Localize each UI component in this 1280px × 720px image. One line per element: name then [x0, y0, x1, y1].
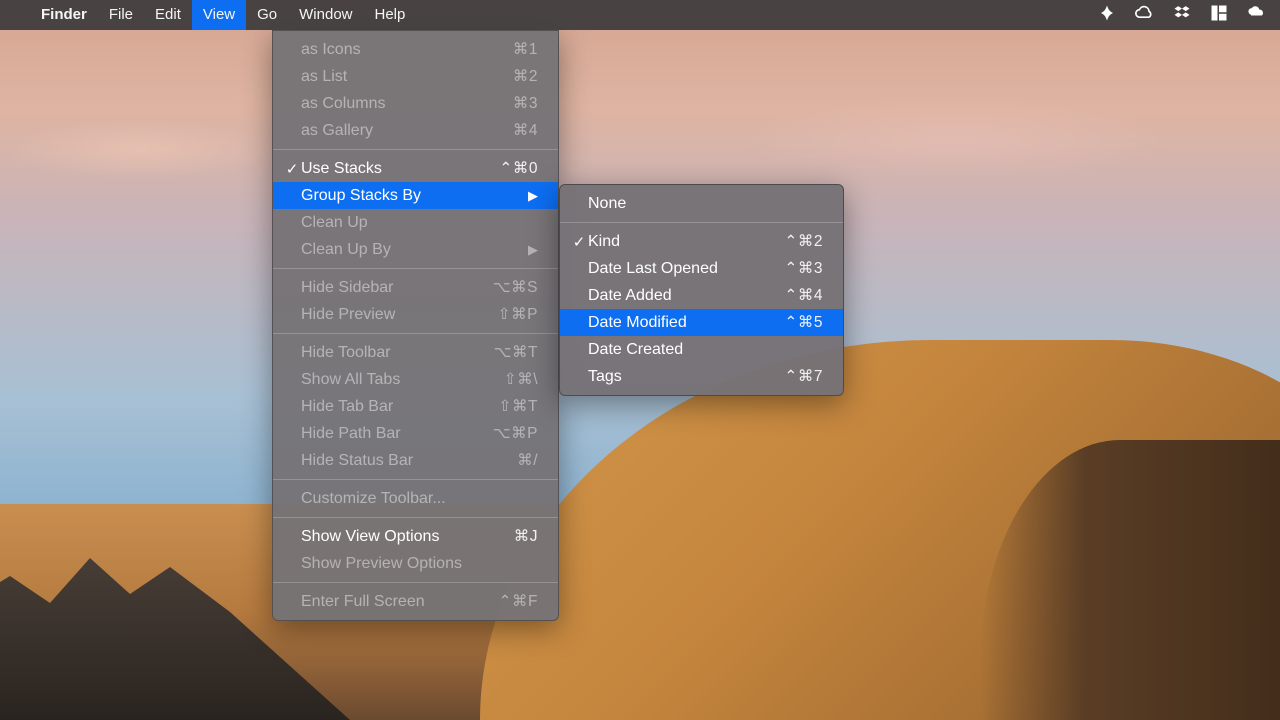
group-stacks-item-kind[interactable]: ✓Kind ⌃⌘2	[560, 228, 843, 255]
bartender-icon[interactable]	[1098, 4, 1116, 27]
menu-shortcut: ⇧⌘P	[498, 305, 538, 324]
menu-item-label: Group Stacks By	[301, 187, 421, 205]
menu-shortcut: ⌃⌘7	[784, 367, 823, 386]
menu-item-label: as Icons	[301, 41, 361, 59]
menu-view[interactable]: View	[192, 0, 246, 30]
menu-shortcut: ⌥⌘T	[494, 343, 538, 362]
menu-shortcut: ⌃⌘5	[784, 313, 823, 332]
menu-shortcut: ⌥⌘P	[493, 424, 538, 443]
chevron-right-icon: ▶	[528, 188, 538, 204]
menu-shortcut: ⌘4	[513, 121, 538, 140]
menu-item-label: Kind	[588, 233, 620, 251]
group-stacks-item-date-added[interactable]: Date Added ⌃⌘4	[560, 282, 843, 309]
menu-finder[interactable]: Finder	[30, 0, 98, 30]
view-menu-item-show-all-tabs: Show All Tabs ⇧⌘\	[273, 366, 558, 393]
view-menu-separator	[273, 582, 558, 583]
group-stacks-by-submenu: None ✓Kind ⌃⌘2 Date Last Opened ⌃⌘3 Date Adde…	[559, 184, 844, 396]
group-stacks-item-tags[interactable]: Tags ⌃⌘7	[560, 363, 843, 390]
dropbox-icon[interactable]	[1172, 3, 1192, 28]
menu-shortcut: ⌘/	[517, 451, 538, 470]
group-stacks-item-date-last-opened[interactable]: Date Last Opened ⌃⌘3	[560, 255, 843, 282]
menu-shortcut: ⌘2	[513, 67, 538, 86]
menu-go[interactable]: Go	[246, 0, 288, 30]
view-menu-separator	[273, 149, 558, 150]
group-stacks-separator	[560, 222, 843, 223]
menu-item-label: Hide Preview	[301, 306, 395, 324]
menu-window[interactable]: Window	[288, 0, 363, 30]
menu-item-label: Hide Status Bar	[301, 452, 413, 470]
menu-item-label: Clean Up By	[301, 241, 391, 259]
view-menu-item-hide-tab-bar: Hide Tab Bar ⇧⌘T	[273, 393, 558, 420]
menu-shortcut: ⌘3	[513, 94, 538, 113]
view-menu-separator	[273, 517, 558, 518]
menubar-right	[1098, 3, 1266, 28]
menu-item-label: as Gallery	[301, 122, 373, 140]
menu-shortcut: ⇧⌘\	[504, 370, 538, 389]
view-menu-item-as-icons: as Icons ⌘1	[273, 36, 558, 63]
view-menu-item-as-columns: as Columns ⌘3	[273, 90, 558, 117]
menu-shortcut: ⌃⌘F	[499, 592, 538, 611]
menu-item-label: Tags	[588, 368, 622, 386]
menu-item-label: as List	[301, 68, 347, 86]
view-menu-item-clean-up: Clean Up	[273, 209, 558, 236]
view-menu-separator	[273, 333, 558, 334]
view-menu-item-hide-sidebar: Hide Sidebar ⌥⌘S	[273, 274, 558, 301]
group-stacks-item-none[interactable]: None	[560, 190, 843, 217]
view-menu-item-hide-path-bar: Hide Path Bar ⌥⌘P	[273, 420, 558, 447]
view-menu-item-enter-full-screen: Enter Full Screen ⌃⌘F	[273, 588, 558, 615]
group-stacks-item-date-modified[interactable]: Date Modified ⌃⌘5	[560, 309, 843, 336]
view-menu-item-show-view-options[interactable]: Show View Options ⌘J	[273, 523, 558, 550]
menu-help[interactable]: Help	[364, 0, 417, 30]
check-icon: ✓	[283, 160, 301, 178]
view-menu-item-show-preview-options: Show Preview Options	[273, 550, 558, 577]
menu-item-label: Use Stacks	[301, 160, 382, 178]
view-menu-item-as-gallery: as Gallery ⌘4	[273, 117, 558, 144]
menu-item-label: Date Added	[588, 287, 672, 305]
view-menu-item-hide-status-bar: Hide Status Bar ⌘/	[273, 447, 558, 474]
menu-item-label: Show View Options	[301, 528, 439, 546]
menu-item-label: Customize Toolbar...	[301, 490, 446, 508]
menu-item-label: Enter Full Screen	[301, 593, 425, 611]
menu-item-label: Date Created	[588, 341, 683, 359]
menu-shortcut: ⌃⌘4	[784, 286, 823, 305]
menu-shortcut: ⌃⌘3	[784, 259, 823, 278]
view-menu-item-clean-up-by: Clean Up By ▶	[273, 236, 558, 263]
menu-shortcut: ⇧⌘T	[499, 397, 538, 416]
menu-item-label: Clean Up	[301, 214, 368, 232]
view-menu-dropdown: as Icons ⌘1 as List ⌘2 as Columns ⌘3 as Galler…	[272, 30, 559, 621]
view-menu-item-use-stacks[interactable]: ✓Use Stacks ⌃⌘0	[273, 155, 558, 182]
menu-item-label: Hide Toolbar	[301, 344, 391, 362]
group-stacks-item-date-created[interactable]: Date Created	[560, 336, 843, 363]
view-menu-item-customize-toolbar: Customize Toolbar...	[273, 485, 558, 512]
menu-item-label: Show All Tabs	[301, 371, 400, 389]
menu-item-label: Date Last Opened	[588, 260, 718, 278]
view-menu-item-hide-toolbar: Hide Toolbar ⌥⌘T	[273, 339, 558, 366]
better-snap-icon[interactable]	[1210, 4, 1228, 27]
creative-cloud-icon[interactable]	[1134, 3, 1154, 28]
menu-item-label: Date Modified	[588, 314, 687, 332]
view-menu-separator	[273, 268, 558, 269]
check-icon: ✓	[570, 233, 588, 251]
menu-shortcut: ⌥⌘S	[493, 278, 538, 297]
menu-edit[interactable]: Edit	[144, 0, 192, 30]
chevron-right-icon: ▶	[528, 242, 538, 258]
menu-item-label: as Columns	[301, 95, 385, 113]
view-menu-separator	[273, 479, 558, 480]
onedrive-icon[interactable]	[1246, 3, 1266, 28]
menu-item-label: Hide Sidebar	[301, 279, 394, 297]
menu-item-label: None	[588, 195, 626, 213]
menu-shortcut: ⌃⌘0	[499, 159, 538, 178]
menubar: Finder File Edit View Go Window Help	[0, 0, 1280, 30]
view-menu-item-group-stacks-by[interactable]: Group Stacks By ▶	[273, 182, 558, 209]
menu-file[interactable]: File	[98, 0, 144, 30]
view-menu-item-as-list: as List ⌘2	[273, 63, 558, 90]
view-menu-item-hide-preview: Hide Preview ⇧⌘P	[273, 301, 558, 328]
menu-shortcut: ⌃⌘2	[784, 232, 823, 251]
menu-shortcut: ⌘J	[514, 527, 538, 546]
menu-item-label: Hide Path Bar	[301, 425, 401, 443]
menu-shortcut: ⌘1	[513, 40, 538, 59]
menu-item-label: Show Preview Options	[301, 555, 462, 573]
menu-item-label: Hide Tab Bar	[301, 398, 393, 416]
